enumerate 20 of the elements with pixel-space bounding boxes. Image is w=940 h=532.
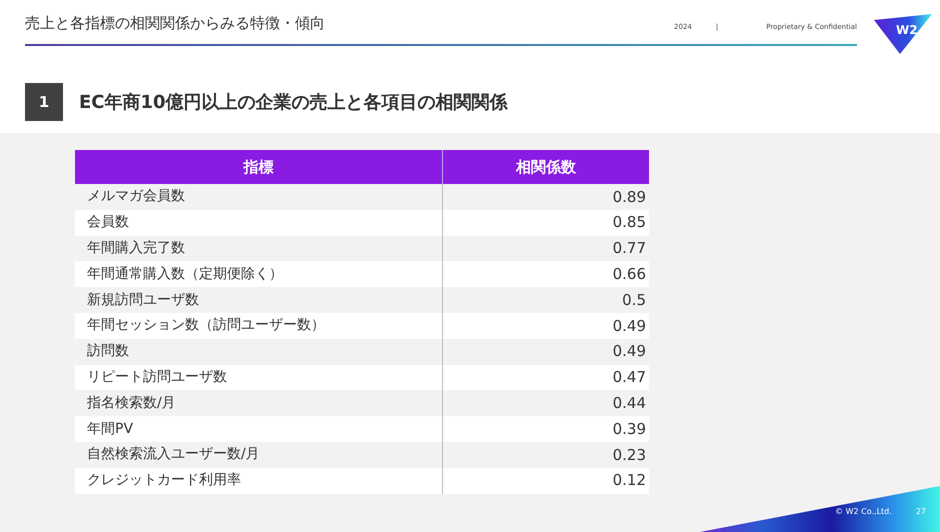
value-cell-text: 0.77 [612, 238, 647, 260]
value-cell-text: 0.5 [621, 290, 647, 311]
value-cell-text: 0.39 [612, 418, 647, 440]
section-title: EC年商10億円以上の企業の売上と各項目の相関関係 [79, 90, 508, 114]
value-cell-text: 0.44 [612, 393, 647, 414]
value-cell-text: 0.12 [612, 470, 647, 492]
value-cell-text: 0.89 [612, 186, 647, 208]
value-cell-text: 0.49 [612, 316, 647, 337]
value-cell-text: 0.85 [612, 212, 647, 234]
column-header: 相関係数 [514, 156, 577, 178]
copyright: © W2 Co.,Ltd. [835, 506, 892, 518]
value-cell-text: 0.23 [612, 444, 647, 466]
logo: W2 [874, 12, 932, 54]
value-cell-text: 0.49 [612, 341, 647, 362]
section-number: 1 [25, 83, 63, 121]
value-cell-text: 0.47 [612, 367, 647, 388]
value-cell-text: 0.66 [612, 264, 647, 286]
page-number: 27 [916, 506, 926, 518]
metric-cell: クレジットカード利用率 [75, 468, 443, 494]
slide-title: 売上と各指標の相関関係からみる特徴・傾向 [25, 13, 326, 34]
